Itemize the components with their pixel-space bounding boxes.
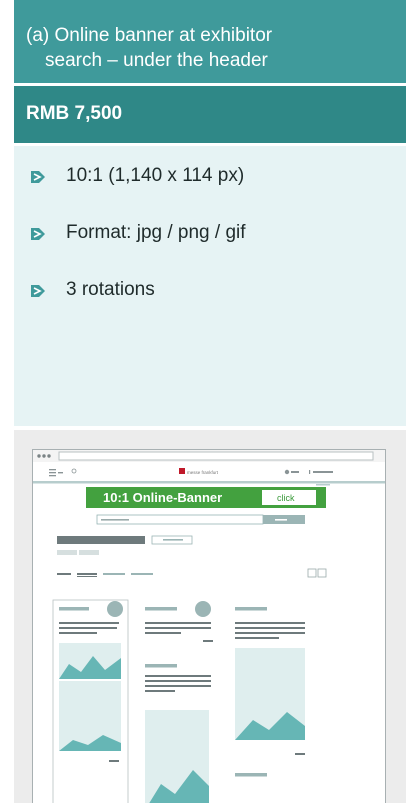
arrow-icon bbox=[31, 285, 45, 297]
mockup-banner-text: 10:1 Online-Banner bbox=[103, 490, 222, 505]
feature-item: Format: jpg / png / gif bbox=[14, 220, 406, 248]
feature-item: 10:1 (1,140 x 114 px) bbox=[14, 163, 406, 191]
arrow-icon bbox=[31, 171, 45, 183]
website-mockup: messe frankfurt 10:1 Online-Banner click bbox=[14, 430, 406, 803]
header-box: (a) Online banner at exhibitor search – … bbox=[14, 0, 406, 83]
mockup-banner-button: click bbox=[277, 493, 295, 503]
header-title-line2: search – under the header bbox=[45, 50, 268, 71]
header-title-line1: (a) Online banner at exhibitor bbox=[26, 25, 273, 46]
feature-text: 10:1 (1,140 x 114 px) bbox=[66, 165, 245, 186]
feature-item: 3 rotations bbox=[14, 277, 406, 305]
price-label: RMB 7,500 bbox=[26, 103, 123, 124]
brand-logo: messe frankfurt bbox=[187, 470, 219, 475]
price-bar: RMB 7,500 bbox=[14, 86, 406, 143]
mockup-drawing: messe frankfurt 10:1 Online-Banner click bbox=[33, 450, 385, 803]
arrow-icon bbox=[31, 228, 45, 240]
ad-spec-panel: (a) Online banner at exhibitor search – … bbox=[0, 0, 406, 803]
feature-text: Format: jpg / png / gif bbox=[66, 222, 246, 243]
feature-list: 10:1 (1,140 x 114 px) Format: jpg / png … bbox=[14, 146, 406, 426]
browser-window: messe frankfurt 10:1 Online-Banner click bbox=[32, 449, 386, 803]
feature-text: 3 rotations bbox=[66, 279, 155, 300]
